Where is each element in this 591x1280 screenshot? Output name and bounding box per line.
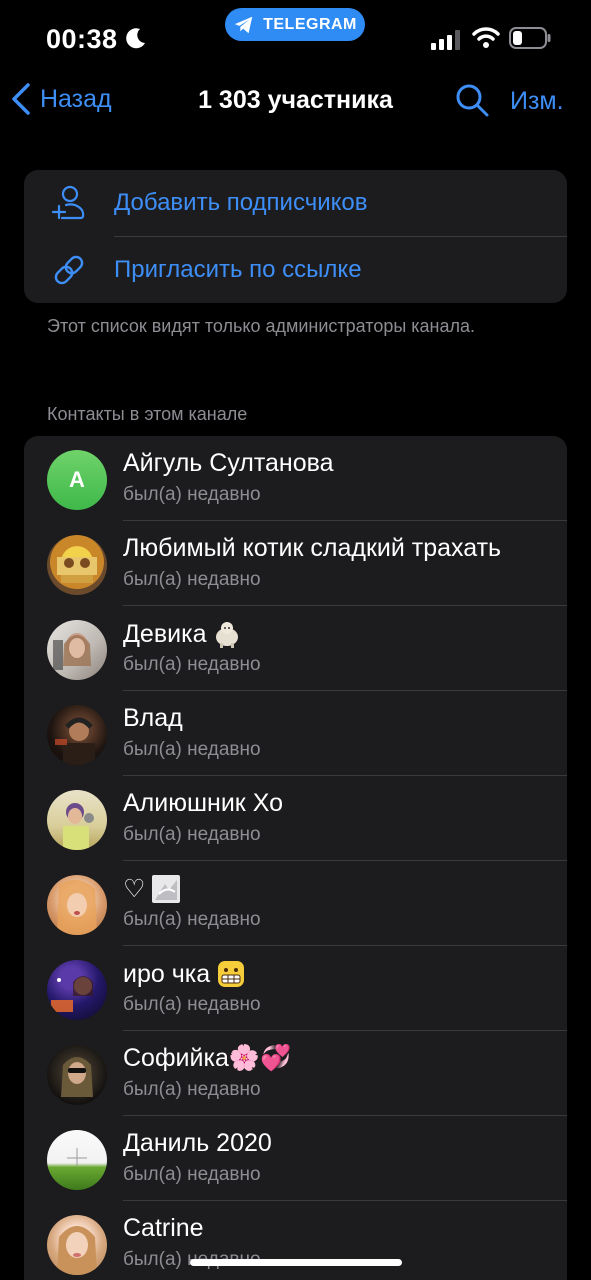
avatar — [47, 790, 107, 850]
contact-name-text: Catrine — [123, 1214, 204, 1242]
contact-name: Девика — [123, 619, 242, 649]
avatar-image — [61, 1057, 93, 1097]
invite-link-button[interactable]: Пригласить по ссылке — [24, 237, 567, 303]
avatar-image — [57, 1226, 97, 1275]
battery-icon — [509, 27, 551, 49]
moon-icon — [126, 28, 145, 49]
list-item[interactable]: Любимый котик сладкий трахать был(а) нед… — [24, 521, 567, 606]
contact-name-text: иро чка — [123, 959, 211, 988]
contact-name: Даниль 2020 — [123, 1129, 272, 1158]
sticker-image-icon — [152, 875, 181, 903]
list-item[interactable]: ♡ был(а) недавно — [24, 861, 567, 946]
list-item[interactable]: Даниль 2020 был(а) недавно — [24, 1116, 567, 1201]
contact-name-text: Софийка🌸💞 — [123, 1044, 292, 1072]
avatar-image — [57, 557, 97, 583]
contact-name: иро чка — [123, 959, 246, 989]
list-item[interactable]: иро чка был(а) недавно — [24, 946, 567, 1031]
contact-status: был(а) недавно — [123, 569, 261, 590]
avatar — [47, 1130, 107, 1190]
contact-name: Алиюшник Хо — [123, 789, 283, 818]
add-subscribers-button[interactable]: Добавить подписчиков — [24, 170, 567, 236]
avatar — [47, 875, 107, 935]
home-indicator[interactable] — [190, 1259, 402, 1266]
telegram-icon — [234, 16, 253, 33]
avatar-image — [53, 633, 91, 670]
avatar: А — [47, 450, 107, 510]
section-header: Контакты в этом канале — [47, 404, 248, 424]
invite-link-label: Пригласить по ссылке — [114, 256, 362, 283]
avatar-image — [67, 1148, 87, 1166]
contact-status: был(а) недавно — [123, 654, 261, 675]
list-item[interactable]: Catrine был(а) недавно — [24, 1201, 567, 1280]
contact-status: был(а) недавно — [123, 739, 261, 760]
avatar — [47, 705, 107, 765]
page-title: 1 303 участника — [198, 86, 393, 114]
contact-name-text: Айгуль Султанова — [123, 449, 334, 477]
list-item[interactable]: Девика был(а) недавно — [24, 606, 567, 691]
admin-hint: Этот список видят только администраторы … — [47, 316, 476, 336]
avatar-image — [55, 717, 95, 765]
status-time: 00:38 — [46, 24, 118, 54]
avatar-image — [51, 976, 93, 1012]
link-icon — [54, 255, 84, 285]
list-item[interactable]: Софийка🌸💞 был(а) недавно — [24, 1031, 567, 1116]
avatar — [47, 620, 107, 680]
contact-status: был(а) недавно — [123, 824, 261, 845]
list-item[interactable]: А Айгуль Султанова был(а) недавно — [24, 436, 567, 521]
contact-name: Айгуль Султанова — [123, 449, 334, 478]
contact-name-text: Даниль 2020 — [123, 1129, 272, 1157]
add-subscribers-label: Добавить подписчиков — [114, 189, 368, 216]
contact-name-text: ♡ — [123, 875, 146, 903]
contact-name-text: Любимый котик сладкий трахать — [123, 534, 502, 562]
telegram-pill-label: TELEGRAM — [263, 15, 357, 33]
contact-name-text: Девика — [123, 619, 207, 648]
avatar — [47, 1045, 107, 1105]
contact-name: Любимый котик сладкий трахать — [123, 534, 501, 563]
lamb-emoji-icon — [216, 622, 239, 648]
contact-status: был(а) недавно — [123, 1079, 261, 1100]
avatar — [47, 960, 107, 1020]
search-icon[interactable] — [454, 82, 490, 118]
actions-card: Добавить подписчиков Пригласить по ссылк… — [24, 170, 567, 303]
contact-name: Catrine — [123, 1214, 204, 1243]
contact-status: был(а) недавно — [123, 909, 261, 930]
screen: 00:38 TELEGRAM Назад 1 303 участника Изм… — [0, 0, 591, 1280]
contacts-list: А Айгуль Султанова был(а) недавно Любимы… — [24, 436, 567, 1280]
contact-name: Влад — [123, 704, 183, 733]
status-bar: 00:38 TELEGRAM — [0, 0, 591, 80]
telegram-pill[interactable]: TELEGRAM — [225, 8, 365, 41]
contact-name-text: Алиюшник Хо — [123, 789, 283, 817]
contact-status: был(а) недавно — [123, 1164, 261, 1185]
signal-icon — [431, 30, 460, 50]
contact-name: Софийка🌸💞 — [123, 1044, 291, 1073]
contact-status: был(а) недавно — [123, 484, 261, 505]
avatar-image — [63, 803, 94, 850]
edit-button[interactable]: Изм. — [510, 87, 564, 116]
avatar — [47, 535, 107, 595]
grimace-emoji-icon — [218, 961, 245, 987]
list-item[interactable]: Влад был(а) недавно — [24, 691, 567, 776]
contact-name: ♡ — [123, 874, 181, 904]
list-item[interactable]: Алиюшник Хо был(а) недавно — [24, 776, 567, 861]
avatar-letter: А — [69, 467, 85, 492]
avatar-image — [57, 879, 97, 935]
wifi-icon — [472, 27, 500, 48]
nav-bar: Назад 1 303 участника Изм. — [0, 78, 591, 124]
avatar — [47, 1215, 107, 1275]
contact-name-text: Влад — [123, 704, 183, 732]
contact-status: был(а) недавно — [123, 994, 261, 1015]
add-user-icon — [51, 185, 85, 220]
